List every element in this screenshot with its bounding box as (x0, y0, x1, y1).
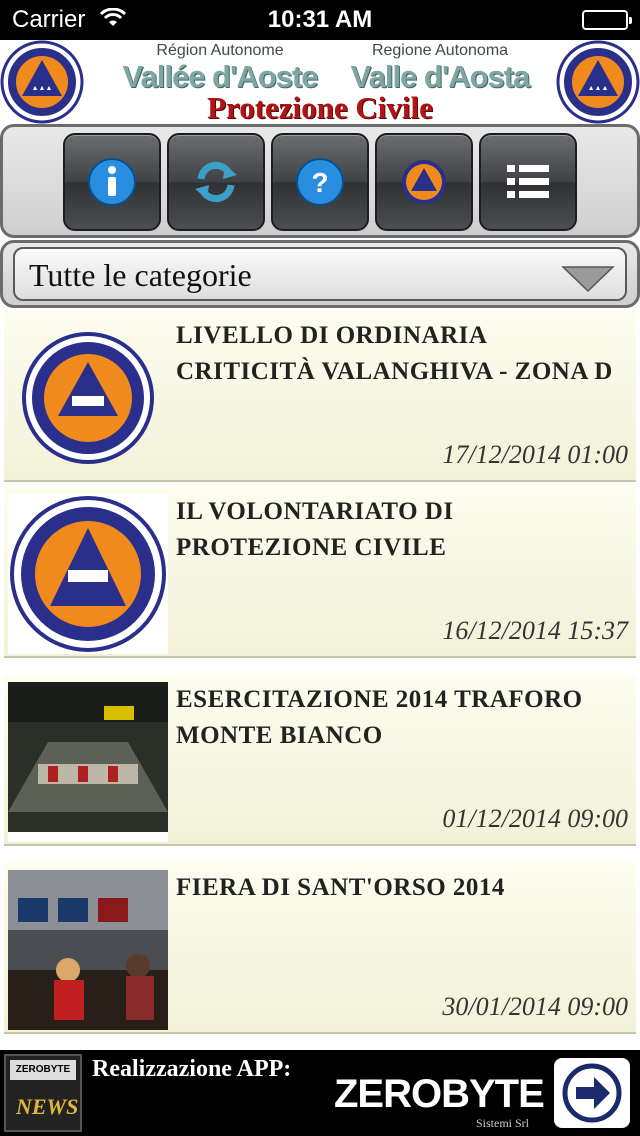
list-icon (507, 165, 549, 198)
clock: 10:31 AM (267, 6, 373, 33)
control-room-photo-thumb (8, 870, 168, 1030)
news-date: 01/12/2014 09:00 (442, 804, 628, 833)
menu-button[interactable] (479, 133, 577, 231)
category-selected-label: Tutte le categorie (29, 257, 252, 293)
status-bar: Carrier 10:31 AM (0, 0, 640, 40)
app-header: ▲▲▲ Région Autonome Vallée d'Aoste Regio… (0, 40, 640, 125)
brand-name: ZEROBYTE (334, 1072, 545, 1116)
news-item[interactable]: FIERA DI SANT'ORSO 2014 30/01/2014 09:00 (4, 862, 636, 1034)
volontariat-logo-thumb (8, 494, 168, 654)
toolbar: ? (0, 124, 640, 238)
news-date: 17/12/2014 01:00 (442, 440, 628, 469)
news-item[interactable]: ESERCITAZIONE 2014 TRAFORO MONTE BIANCO … (4, 674, 636, 846)
news-date: 16/12/2014 15:37 (442, 616, 628, 645)
info-icon (88, 158, 136, 206)
battery-icon (582, 10, 632, 30)
category-select[interactable]: Tutte le categorie (13, 247, 627, 301)
refresh-icon (195, 161, 237, 203)
svg-text:▲▲▲: ▲▲▲ (588, 85, 609, 92)
page-title: Protezione Civile (207, 90, 433, 125)
tunnel-photo-thumb (8, 682, 168, 842)
news-title: IL VOLONTARIATO DI PROTEZIONE CIVILE (176, 498, 454, 561)
help-button[interactable]: ? (271, 133, 369, 231)
protection-civile-logo-right: ▲▲▲ (556, 40, 640, 124)
news-date: 30/01/2014 09:00 (442, 992, 628, 1021)
zerobyte-news-badge[interactable]: ZEROBYTE NEWS (4, 1054, 82, 1132)
svg-text:?: ? (311, 167, 328, 198)
region-fr: Région Autonome Vallée d'Aoste (120, 40, 320, 94)
dropdown-arrow-icon (561, 265, 615, 298)
category-bar: Tutte le categorie (0, 240, 640, 308)
help-icon: ? (296, 158, 344, 206)
region-it-small: Regione Autonoma (371, 42, 509, 59)
news-item[interactable]: IL VOLONTARIATO DI PROTEZIONE CIVILE 16/… (4, 486, 636, 658)
newsbox-label: ZEROBYTE (10, 1060, 76, 1080)
news-item[interactable]: LIVELLO DI ORDINARIA CRITICITÀ VALANGHIV… (4, 310, 636, 482)
newsbox-news: NEWS (16, 1094, 79, 1119)
refresh-button[interactable] (167, 133, 265, 231)
region-it-big: Valle d'Aosta (350, 59, 531, 94)
brand-subtitle: Sistemi Srl (476, 1116, 530, 1130)
open-link-button[interactable] (554, 1058, 630, 1128)
news-title: ESERCITAZIONE 2014 TRAFORO MONTE BIANCO (176, 686, 583, 749)
footer-banner[interactable]: ZEROBYTE NEWS Realizzazione APP: ZEROBYT… (0, 1050, 640, 1136)
protezione-button[interactable] (375, 133, 473, 231)
realizzazione-label: Realizzazione APP: (92, 1056, 292, 1082)
news-title: FIERA DI SANT'ORSO 2014 (176, 874, 505, 901)
arrow-right-icon (562, 1063, 622, 1123)
triangle-logo-icon (402, 160, 446, 204)
protection-civile-logo-thumb (8, 318, 168, 478)
region-fr-big: Vallée d'Aoste (122, 59, 319, 94)
news-title: LIVELLO DI ORDINARIA CRITICITÀ VALANGHIV… (176, 322, 613, 385)
info-button[interactable] (63, 133, 161, 231)
region-it: Regione Autonoma Valle d'Aosta (340, 40, 540, 94)
region-fr-small: Région Autonome (156, 42, 284, 59)
